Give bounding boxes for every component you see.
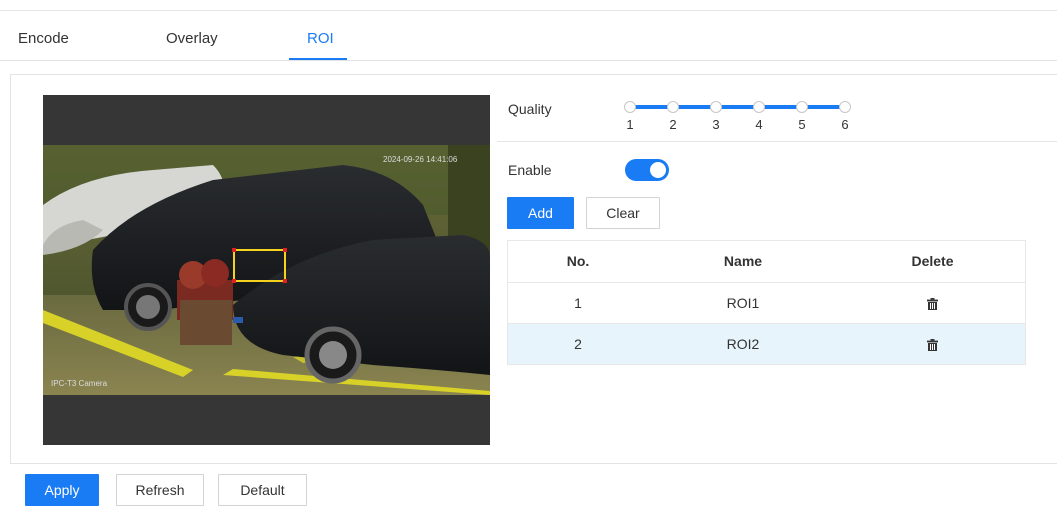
roi-name: ROI2 bbox=[726, 336, 760, 352]
quality-slider-stop[interactable] bbox=[710, 101, 722, 113]
table-row[interactable]: 1 ROI1 bbox=[508, 282, 1025, 323]
clear-roi-button[interactable]: Clear bbox=[586, 197, 660, 229]
quality-slider[interactable]: 1 2 3 4 5 6 bbox=[624, 100, 854, 132]
osd-channel-name: IPC-T3 Camera bbox=[51, 379, 108, 388]
column-header-name: Name bbox=[723, 253, 763, 269]
roi-handle[interactable] bbox=[232, 279, 236, 283]
osd-datetime: 2024-09-26 14:41:06 bbox=[383, 155, 458, 164]
roi-panel: 2024-09-26 14:41:06 IPC-T3 Camera Qualit… bbox=[10, 74, 1057, 464]
quality-slider-stop[interactable] bbox=[753, 101, 765, 113]
quality-tick-label: 4 bbox=[755, 117, 763, 132]
apply-button[interactable]: Apply bbox=[25, 474, 99, 506]
trash-icon bbox=[927, 298, 938, 311]
quality-tick-label: 2 bbox=[669, 117, 677, 132]
active-tab-indicator bbox=[289, 58, 347, 60]
roi-table: No. Name Delete 1 ROI1 2 ROI2 bbox=[507, 240, 1026, 365]
trash-icon bbox=[927, 339, 938, 352]
table-header-row: No. Name Delete bbox=[508, 241, 1025, 282]
roi-number: 2 bbox=[574, 336, 582, 352]
camera-image: 2024-09-26 14:41:06 IPC-T3 Camera bbox=[43, 145, 490, 395]
tab-bar: Encode Overlay ROI bbox=[0, 11, 1057, 61]
refresh-button[interactable]: Refresh bbox=[116, 474, 204, 506]
quality-tick-label: 5 bbox=[798, 117, 806, 132]
quality-slider-track bbox=[628, 105, 846, 109]
tab-roi[interactable]: ROI bbox=[307, 30, 334, 47]
tab-encode[interactable]: Encode bbox=[18, 30, 69, 47]
toggle-knob bbox=[650, 162, 666, 178]
video-preview[interactable]: 2024-09-26 14:41:06 IPC-T3 Camera bbox=[43, 95, 490, 445]
quality-tick-label: 1 bbox=[626, 117, 634, 132]
tab-overlay[interactable]: Overlay bbox=[166, 30, 218, 47]
section-divider bbox=[497, 141, 1057, 142]
table-row[interactable]: 2 ROI2 bbox=[508, 323, 1025, 364]
column-header-delete: Delete bbox=[911, 253, 954, 269]
roi-name: ROI1 bbox=[726, 295, 760, 311]
enable-toggle[interactable] bbox=[625, 159, 669, 181]
delete-roi-button[interactable] bbox=[838, 283, 1027, 323]
quality-slider-stop[interactable] bbox=[667, 101, 679, 113]
quality-slider-stop[interactable] bbox=[796, 101, 808, 113]
quality-slider-handle[interactable] bbox=[839, 101, 851, 113]
roi-handle[interactable] bbox=[232, 248, 236, 252]
quality-tick-label: 6 bbox=[841, 117, 849, 132]
roi-number: 1 bbox=[574, 295, 582, 311]
quality-slider-stop[interactable] bbox=[624, 101, 636, 113]
quality-tick-label: 3 bbox=[712, 117, 720, 132]
delete-roi-button[interactable] bbox=[838, 324, 1027, 364]
default-button[interactable]: Default bbox=[218, 474, 307, 506]
roi-handle[interactable] bbox=[283, 279, 287, 283]
add-roi-button[interactable]: Add bbox=[507, 197, 574, 229]
quality-label: Quality bbox=[508, 101, 552, 117]
column-header-no: No. bbox=[566, 253, 590, 269]
roi-handle[interactable] bbox=[283, 248, 287, 252]
enable-label: Enable bbox=[508, 162, 552, 178]
